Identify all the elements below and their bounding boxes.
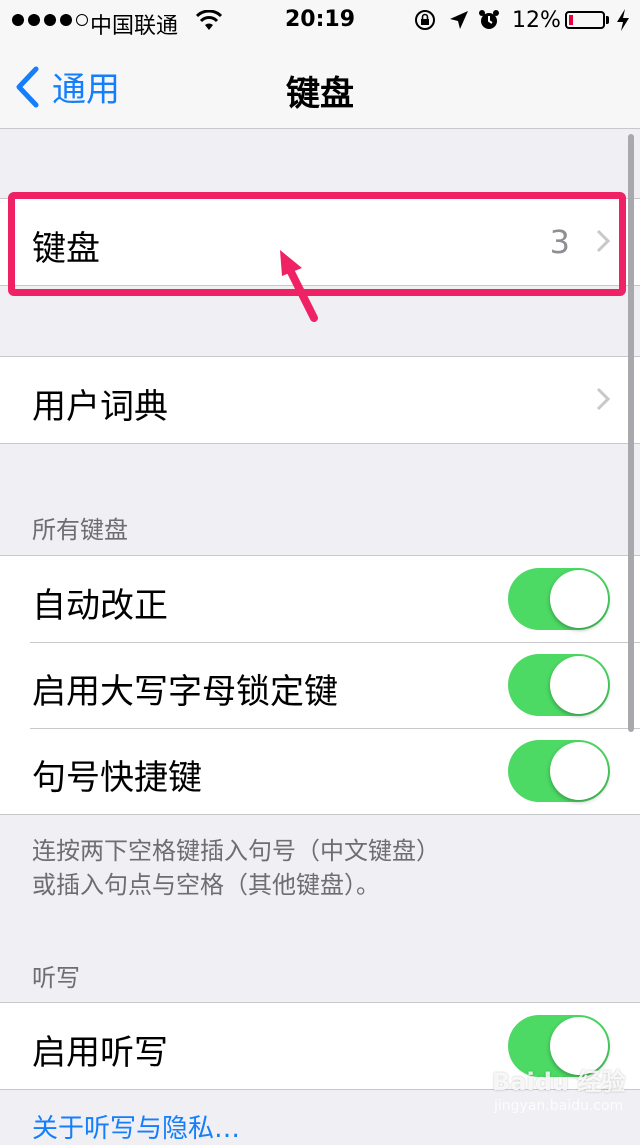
navigation-bar: 通用 键盘: [0, 40, 640, 129]
toggle-knob: [550, 570, 608, 628]
footer-line: 连按两下空格键插入句号（中文键盘）: [32, 837, 440, 865]
section-header-dictation: 听写: [32, 964, 80, 992]
status-bar: 中国联通 20:19 12%: [0, 0, 640, 40]
dictation-privacy-link[interactable]: 关于听写与隐私…: [32, 1108, 240, 1145]
footer-line: 或插入句点与空格（其他键盘）。: [32, 871, 380, 899]
all-keyboards-group: 自动改正 启用大写字母锁定键 句号快捷键: [0, 555, 640, 815]
watermark-url: jingyan.baidu.com: [494, 1098, 624, 1114]
settings-row-label: 启用听写: [32, 1033, 168, 1073]
annotation-arrow-icon: [280, 250, 318, 322]
caps-lock-toggle[interactable]: [508, 654, 610, 716]
toggle-knob: [550, 656, 608, 714]
location-arrow-icon: [450, 11, 468, 29]
settings-row-label: 句号快捷键: [32, 758, 202, 798]
orientation-lock-icon: [415, 10, 435, 30]
battery-icon: [565, 11, 605, 29]
battery-nub: [606, 16, 609, 24]
battery-percent: 12%: [512, 8, 561, 33]
page-title: 键盘: [286, 74, 354, 114]
user-dictionary-label: 用户词典: [32, 387, 168, 427]
settings-row-label: 自动改正: [32, 586, 168, 626]
settings-row-label: 启用大写字母锁定键: [32, 672, 338, 712]
section-header-all-keyboards: 所有键盘: [32, 516, 128, 544]
period-shortcut-toggle[interactable]: [508, 740, 610, 802]
chevron-right-icon: [596, 387, 610, 411]
settings-row-auto-correct: 自动改正: [0, 556, 640, 642]
section-footer-all-keyboards: 连按两下空格键插入句号（中文键盘） 或插入句点与空格（其他键盘）。: [32, 834, 440, 902]
watermark-logo: Baidu 经验: [492, 1068, 626, 1096]
user-dictionary-row[interactable]: 用户词典: [0, 357, 640, 443]
toggle-knob: [550, 742, 608, 800]
settings-row-period-shortcut: 句号快捷键: [0, 728, 640, 814]
battery-level: [569, 15, 573, 25]
dictionary-group: 用户词典: [0, 356, 640, 444]
settings-row-caps-lock: 启用大写字母锁定键: [0, 642, 640, 728]
scrollbar[interactable]: [628, 134, 634, 732]
charging-bolt-icon: [617, 9, 629, 31]
auto-correct-toggle[interactable]: [508, 568, 610, 630]
alarm-icon: [479, 10, 499, 29]
